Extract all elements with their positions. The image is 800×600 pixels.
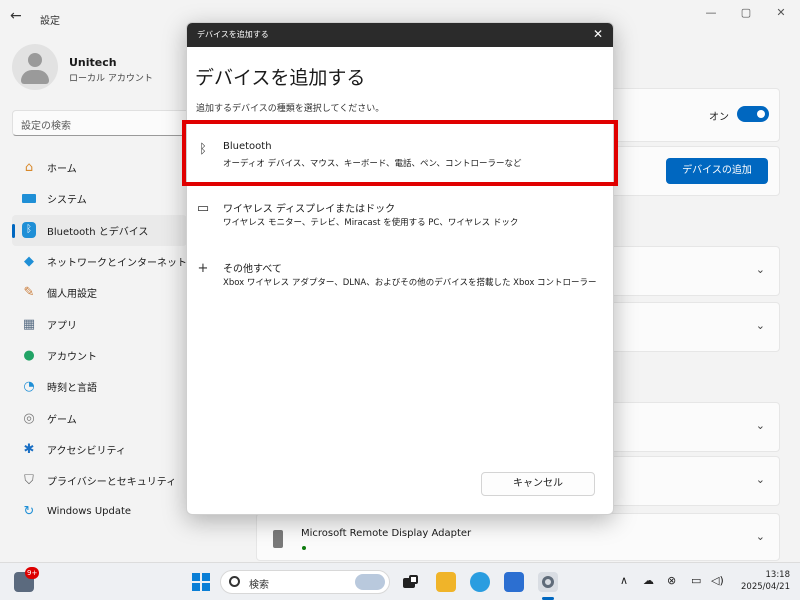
sidebar-item-gaming[interactable]: ◎ ゲーム [12, 402, 187, 433]
clock-date: 2025/04/21 [741, 582, 790, 592]
sidebar-item-bluetooth[interactable]: ᛒ Bluetooth とデバイス [12, 214, 187, 246]
plus-icon: + [197, 261, 209, 276]
profile-account-type: ローカル アカウント [69, 74, 153, 84]
option-description: ワイヤレス モニター、テレビ、Miracast を使用する PC、ワイヤレス ド… [223, 218, 519, 228]
shield-icon: ⛉ [24, 473, 34, 489]
close-button[interactable]: ✕ [770, 6, 792, 24]
dialog-subtitle: 追加するデバイスの種類を選択してください。 [196, 104, 385, 114]
update-icon: ↻ [23, 504, 35, 520]
chevron-up-icon[interactable]: ∧ [620, 574, 628, 587]
system-icon [20, 190, 38, 208]
option-title: その他すべて [223, 264, 282, 275]
clock-globe-icon: ◔ [23, 379, 35, 395]
edge-browser-icon[interactable] [470, 572, 490, 592]
taskbar-search-box[interactable]: 検索 [220, 570, 390, 594]
toggle-state-label: オン [709, 112, 729, 123]
apps-icon: ▦ [22, 316, 36, 332]
volume-icon[interactable]: ◁) [711, 574, 724, 587]
minimize-button[interactable]: — [700, 6, 722, 24]
sidebar-item-time-language[interactable]: ◔ 時刻と言語 [12, 371, 187, 402]
sidebar-item-label: プライバシーとセキュリティ [47, 477, 177, 489]
bluetooth-toggle[interactable] [737, 106, 769, 122]
sidebar-item-label: ゲーム [47, 414, 77, 426]
sidebar-item-label: アカウント [47, 351, 97, 363]
close-circle-icon[interactable]: ⊗ [667, 574, 676, 587]
sidebar-item-privacy[interactable]: ⛉ プライバシーとセキュリティ [12, 465, 187, 496]
sidebar-item-home[interactable]: ⌂ ホーム [12, 152, 187, 183]
dialog-heading: デバイスを追加する [195, 67, 366, 89]
settings-gear-icon[interactable] [538, 572, 558, 592]
sidebar-item-windows-update[interactable]: ↻ Windows Update [12, 496, 187, 527]
sidebar-item-label: アクセシビリティ [47, 445, 126, 457]
wifi-icon: ◆ [24, 254, 34, 270]
account-icon: ● [23, 347, 35, 363]
dialog-window-title: デバイスを追加する [197, 30, 269, 39]
device-name: Microsoft Remote Display Adapter [301, 528, 472, 539]
sidebar-item-personalization[interactable]: ✎ 個人用設定 [12, 277, 187, 308]
option-description: Xbox ワイヤレス アダプター、DLNA、およびその他のデバイスを搭載した X… [223, 278, 597, 288]
sidebar-item-label: システム [47, 195, 87, 207]
notification-badge: 9+ [25, 567, 40, 579]
gamepad-icon: ◎ [23, 410, 35, 426]
sidebar-item-accounts[interactable]: ● アカウント [12, 340, 187, 371]
cancel-button[interactable]: キャンセル [481, 472, 595, 496]
sidebar-item-system[interactable]: システム [12, 183, 187, 214]
back-arrow-icon[interactable]: ← [10, 8, 28, 26]
taskbar-search-placeholder: 検索 [249, 580, 269, 591]
option-everything-else[interactable]: + その他すべて Xbox ワイヤレス アダプター、DLNA、およびその他のデバ… [187, 246, 613, 302]
chevron-down-icon: ⌄ [755, 473, 765, 486]
dialog-close-button[interactable]: ✕ [593, 27, 603, 41]
display-adapter-icon [273, 530, 283, 548]
file-explorer-icon[interactable] [436, 572, 456, 592]
sidebar-item-label: アプリ [47, 320, 77, 332]
chevron-down-icon: ⌄ [755, 319, 765, 332]
store-icon[interactable] [504, 572, 524, 592]
maximize-button[interactable]: ▢ [735, 6, 757, 24]
option-title: ワイヤレス ディスプレイまたはドック [223, 204, 396, 215]
add-device-button[interactable]: デバイスの追加 [666, 158, 768, 184]
sidebar-item-label: 時刻と言語 [47, 383, 97, 395]
status-dot [302, 546, 306, 550]
monitor-icon: ▭ [196, 201, 210, 216]
network-icon[interactable]: ▭ [691, 574, 701, 587]
add-device-dialog: デバイスを追加する ✕ デバイスを追加する 追加するデバイスの種類を選択してくだ… [186, 22, 614, 515]
device-row-remote-display[interactable]: Microsoft Remote Display Adapter ⌄ [256, 513, 780, 561]
sidebar-item-label: Bluetooth とデバイス [47, 226, 149, 238]
clock-time: 13:18 [765, 570, 791, 580]
search-icon [229, 576, 240, 587]
task-view-icon[interactable] [400, 572, 420, 592]
sidebar-item-label: 個人用設定 [47, 289, 97, 301]
cloud-offline-icon[interactable]: ☁ [643, 574, 654, 587]
avatar [12, 44, 58, 90]
brush-icon: ✎ [23, 285, 35, 301]
accessibility-icon: ✱ [23, 441, 35, 457]
highlight-box [182, 120, 618, 186]
app-title: 設定 [40, 16, 60, 27]
dialog-title-bar: デバイスを追加する ✕ [187, 23, 613, 47]
home-icon: ⌂ [24, 160, 34, 176]
sidebar-item-network[interactable]: ◆ ネットワークとインターネット [12, 246, 187, 277]
windows-start-icon[interactable] [191, 572, 211, 592]
sidebar-item-label: ネットワークとインターネット [47, 258, 187, 270]
sidebar-item-apps[interactable]: ▦ アプリ [12, 308, 187, 339]
chevron-down-icon: ⌄ [755, 419, 765, 432]
sidebar-nav: ⌂ ホーム システム ᛒ Bluetooth とデバイス ◆ ネットワークとイン… [12, 152, 187, 528]
search-highlight-image [355, 574, 385, 590]
sidebar-item-label: Windows Update [47, 506, 132, 518]
chevron-down-icon: ⌄ [755, 530, 765, 543]
bluetooth-icon: ᛒ [20, 221, 38, 239]
profile-name: Unitech [69, 56, 117, 69]
taskbar: 9+ 検索 ∧ ☁ ⊗ ▭ ◁) 13:18 2025/04/21 [0, 562, 800, 600]
sidebar-item-accessibility[interactable]: ✱ アクセシビリティ [12, 434, 187, 465]
chevron-down-icon: ⌄ [755, 263, 765, 276]
sidebar-item-label: ホーム [47, 164, 77, 176]
system-clock[interactable]: 13:18 2025/04/21 [734, 569, 790, 593]
option-wireless-display[interactable]: ▭ ワイヤレス ディスプレイまたはドック ワイヤレス モニター、テレビ、Mira… [187, 186, 613, 242]
